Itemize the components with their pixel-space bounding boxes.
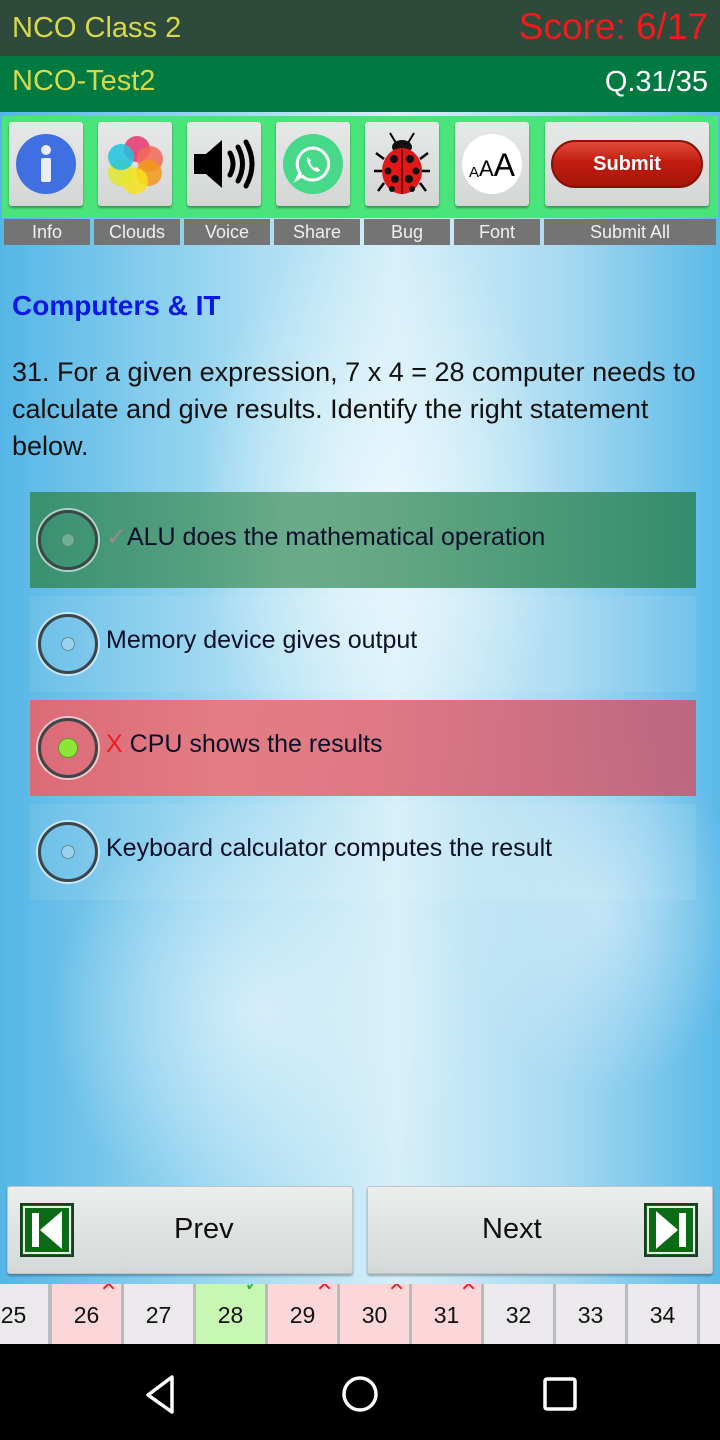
wrong-x-icon: ✕ bbox=[460, 1284, 477, 1296]
next-button[interactable]: Next bbox=[367, 1186, 713, 1274]
ladybug-icon bbox=[374, 132, 430, 194]
whatsapp-icon bbox=[283, 134, 343, 194]
correct-check-icon: ✓ bbox=[244, 1284, 261, 1296]
wrong-x-icon: ✕ bbox=[100, 1284, 117, 1296]
clouds-button[interactable] bbox=[98, 122, 172, 206]
wrong-x-icon: ✕ bbox=[388, 1284, 405, 1296]
option-text: Memory device gives output bbox=[106, 626, 418, 654]
info-icon bbox=[16, 134, 76, 194]
system-navigation-bar bbox=[0, 1344, 720, 1440]
bug-label[interactable]: Bug bbox=[364, 219, 450, 245]
font-size-icon: AAA bbox=[462, 134, 522, 194]
skip-forward-icon bbox=[644, 1203, 698, 1257]
question-number-29[interactable]: 29 ✕ bbox=[268, 1284, 337, 1344]
radio-button[interactable] bbox=[38, 822, 98, 882]
info-button[interactable] bbox=[9, 122, 83, 206]
radio-button[interactable] bbox=[38, 614, 98, 674]
clouds-icon bbox=[108, 136, 163, 194]
question-text: 31. For a given expression, 7 x 4 = 28 c… bbox=[12, 357, 696, 461]
question-number-32[interactable]: 32 bbox=[484, 1284, 553, 1344]
score-display: Score: 6/17 bbox=[518, 6, 708, 47]
share-label[interactable]: Share bbox=[274, 219, 360, 245]
correct-check-icon: ✓ bbox=[106, 523, 127, 551]
wrong-x-icon: X bbox=[106, 730, 123, 758]
wrong-x-icon: ✕ bbox=[316, 1284, 333, 1296]
font-label[interactable]: Font bbox=[454, 219, 540, 245]
question-number-25[interactable]: 25 bbox=[0, 1284, 48, 1344]
prev-button[interactable]: Prev bbox=[7, 1186, 353, 1274]
test-name: NCO-Test2 bbox=[12, 65, 156, 97]
font-size-button[interactable]: AAA bbox=[455, 122, 529, 206]
next-label: Next bbox=[482, 1213, 542, 1245]
app-title: NCO Class 2 bbox=[12, 12, 182, 44]
submit-button[interactable]: Submit bbox=[551, 140, 703, 188]
prev-label: Prev bbox=[174, 1213, 234, 1245]
answer-option-4[interactable]: Keyboard calculator computes the result bbox=[30, 804, 696, 900]
recents-icon[interactable] bbox=[538, 1372, 582, 1416]
test-header: NCO-Test2 Q.31/35 bbox=[0, 56, 720, 112]
answer-option-1[interactable]: ✓ALU does the mathematical operation bbox=[30, 492, 696, 588]
question-strip: 25 26 ✕ 27 28 ✓ 29 ✕ 30 ✕ 31 ✕ 32 33 34 bbox=[0, 1284, 720, 1344]
quiz-background bbox=[0, 112, 720, 1284]
toolbar: AAA Submit bbox=[2, 116, 718, 218]
home-icon[interactable] bbox=[338, 1372, 382, 1416]
question-counter: Q.31/35 bbox=[604, 66, 708, 98]
question-number-35[interactable] bbox=[700, 1284, 720, 1344]
question-number-33[interactable]: 33 bbox=[556, 1284, 625, 1344]
bug-report-button[interactable] bbox=[365, 122, 439, 206]
question-number-28[interactable]: 28 ✓ bbox=[196, 1284, 265, 1344]
toolbar-labels: Info Clouds Voice Share Bug Font Submit … bbox=[0, 219, 720, 245]
answer-option-3[interactable]: X CPU shows the results bbox=[30, 700, 696, 796]
app-header: NCO Class 2 Score: 6/17 bbox=[0, 0, 720, 56]
back-icon[interactable] bbox=[138, 1372, 182, 1416]
radio-button[interactable] bbox=[38, 510, 98, 570]
submit-all-button[interactable]: Submit bbox=[545, 122, 709, 206]
voice-button[interactable] bbox=[187, 122, 261, 206]
option-text: ALU does the mathematical operation bbox=[126, 523, 546, 551]
answer-option-2[interactable]: Memory device gives output bbox=[30, 596, 696, 692]
question-number-26[interactable]: 26 ✕ bbox=[52, 1284, 121, 1344]
submit-all-label[interactable]: Submit All bbox=[544, 219, 716, 245]
option-text: Keyboard calculator computes the result bbox=[106, 834, 553, 862]
question-category: Computers & IT bbox=[12, 290, 221, 321]
info-label[interactable]: Info bbox=[4, 219, 90, 245]
share-button[interactable] bbox=[276, 122, 350, 206]
speaker-icon bbox=[194, 139, 255, 189]
question-number-31[interactable]: 31 ✕ bbox=[412, 1284, 481, 1344]
question-number-27[interactable]: 27 bbox=[124, 1284, 193, 1344]
question-number-30[interactable]: 30 ✕ bbox=[340, 1284, 409, 1344]
clouds-label[interactable]: Clouds bbox=[94, 219, 180, 245]
radio-button-selected[interactable] bbox=[38, 718, 98, 778]
question-number-34[interactable]: 34 bbox=[628, 1284, 697, 1344]
option-text: CPU shows the results bbox=[129, 730, 383, 758]
skip-back-icon bbox=[20, 1203, 74, 1257]
voice-label[interactable]: Voice bbox=[184, 219, 270, 245]
